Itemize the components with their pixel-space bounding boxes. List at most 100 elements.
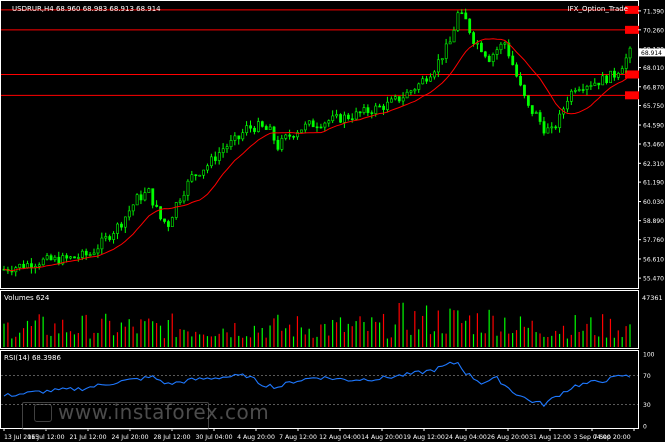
candle-body (421, 78, 425, 85)
candle-body (526, 95, 530, 106)
candle-body (53, 256, 57, 261)
time-tick-label: 24 Jul 20:00 (111, 434, 148, 441)
candle-body (127, 210, 131, 218)
candle-body (264, 126, 268, 130)
time-tick-label: 30 Jul 04:00 (195, 434, 232, 441)
price-tick-label: 71.390 (643, 8, 664, 15)
candle-body (253, 127, 256, 132)
candle-body (120, 223, 123, 228)
candle-body (217, 152, 221, 161)
candle-body (84, 250, 88, 256)
candle-body (167, 221, 170, 227)
candle-body (366, 107, 370, 113)
candle-body (440, 58, 444, 61)
candle-body (303, 123, 307, 131)
candle-body (202, 169, 206, 176)
candle-body (198, 174, 202, 177)
candle-body (448, 41, 452, 45)
candle-body (163, 218, 166, 222)
candle-body (73, 256, 76, 259)
candle-body (182, 194, 186, 202)
candle-body (116, 223, 119, 234)
candle-body (362, 107, 366, 113)
candle-body (405, 91, 409, 99)
chart-canvas: 71.39070.26069.13068.91468.01066.87065.7… (0, 0, 665, 441)
time-tick-label: 7 Aug 12:00 (279, 434, 317, 441)
candle-body (30, 263, 33, 269)
candle-body (276, 139, 280, 150)
candle-body (593, 82, 597, 86)
candle-body (585, 85, 589, 90)
price-tick-label: 55.470 (643, 276, 664, 283)
candle-body (409, 90, 413, 93)
candle-body (542, 121, 546, 134)
candle-body (92, 252, 96, 255)
candle-body (616, 73, 620, 78)
candle-body (335, 114, 339, 117)
candle-body (300, 129, 303, 133)
candle-body (77, 257, 80, 259)
candle-body (597, 82, 601, 86)
price-tick-label: 68.010 (643, 65, 664, 72)
candle-body (346, 114, 350, 120)
candle-body (178, 200, 182, 203)
candle-body (210, 156, 213, 167)
candle-body (581, 89, 585, 91)
time-tick-label: 7 Sep 20:00 (593, 434, 630, 441)
candle-body (229, 140, 233, 147)
candle-body (503, 42, 507, 45)
candle-body (550, 126, 554, 129)
candle-body (65, 255, 69, 259)
symbol-header: USDRUR,H4 68.960 68.983 68.913 68.914 (12, 5, 161, 13)
candle-body (628, 47, 632, 59)
candle-body (194, 174, 198, 177)
candle-body (393, 96, 397, 100)
candle-body (589, 85, 593, 87)
candle-body (112, 233, 116, 240)
candle-body (530, 105, 534, 114)
candle-body (186, 180, 190, 196)
candle-body (22, 263, 26, 268)
candle-body (45, 255, 49, 260)
time-tick-label: 14 Aug 20:00 (361, 434, 403, 441)
candle-body (41, 258, 45, 266)
price-tick-label: 62.310 (643, 161, 664, 168)
candle-body (131, 204, 135, 212)
candle-body (401, 97, 405, 102)
candle-body (386, 101, 389, 110)
candle-body (155, 204, 159, 207)
candle-body (601, 75, 605, 86)
current-price-label: 68.914 (641, 50, 662, 57)
candle-body (358, 111, 362, 114)
candle-body (464, 12, 468, 20)
candle-body (354, 111, 358, 120)
candle-body (444, 43, 448, 59)
time-tick-label: 24 Aug 04:00 (445, 434, 487, 441)
volume-layer (3, 302, 631, 347)
indicator-name: IFX_Option_Trade (568, 5, 628, 13)
rsi-tick-label: 0 (643, 424, 647, 431)
candle-body (390, 98, 393, 103)
candle-body (135, 194, 139, 206)
candle-body (523, 84, 526, 97)
time-tick-label: 19 Aug 12:00 (403, 434, 445, 441)
volume-title: Volumes 624 (4, 294, 50, 302)
time-tick-label: 4 Aug 20:00 (237, 434, 275, 441)
candle-body (538, 112, 542, 122)
candle-body (151, 188, 155, 206)
candle-body (620, 68, 624, 74)
candle-body (292, 136, 296, 138)
candle-body (433, 71, 436, 78)
candle-body (315, 126, 319, 129)
candle-body (249, 125, 252, 129)
price-tick-label: 58.890 (643, 218, 664, 225)
volume-max-label: 47361 (642, 294, 663, 302)
price-tick-label: 60.030 (643, 199, 664, 206)
candle-body (452, 29, 456, 43)
level-tag (625, 70, 639, 79)
candle-body (558, 113, 562, 128)
moving-average-line (3, 38, 631, 272)
candle-body (213, 156, 217, 161)
candle-body (260, 121, 264, 127)
candle-body (139, 194, 143, 201)
